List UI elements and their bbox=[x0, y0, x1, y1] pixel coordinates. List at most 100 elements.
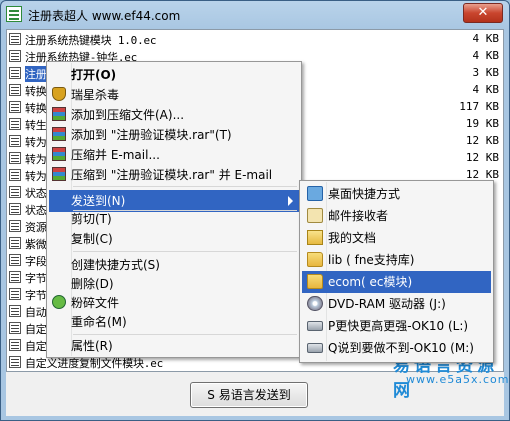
sendto-drive-l[interactable]: P更快更高更强-OK10 (L:) bbox=[302, 315, 491, 337]
file-name: 转生 bbox=[25, 119, 47, 132]
menu-item-label: ecom( ec模块) bbox=[328, 275, 413, 289]
file-icon bbox=[9, 288, 21, 300]
window-title: 注册表超人 www.ef44.com bbox=[28, 9, 181, 23]
menu-item-label: 添加到 "注册验证模块.rar"(T) bbox=[71, 128, 232, 142]
menu-item-cut[interactable]: 剪切(T) bbox=[49, 208, 299, 230]
menu-item-label: 添加到压缩文件(A)... bbox=[71, 108, 185, 122]
file-icon bbox=[9, 271, 21, 283]
file-icon bbox=[9, 67, 21, 79]
folder-icon bbox=[307, 252, 323, 267]
menu-item-rename[interactable]: 重命名(M) bbox=[49, 311, 299, 333]
file-name: 注册系统热键模块 1.0.ec bbox=[25, 34, 157, 47]
menu-item-label: lib ( fne支持库) bbox=[328, 253, 415, 267]
file-size: 12 KB bbox=[465, 134, 499, 147]
file-row[interactable]: 注册系统热键模块 1.0.ec 4 KB bbox=[8, 31, 502, 48]
menu-item-label: 压缩并 E-mail... bbox=[71, 148, 160, 162]
rar-icon bbox=[52, 167, 66, 181]
menu-item-label: 我的文档 bbox=[328, 231, 377, 245]
file-name: 自定 bbox=[25, 340, 47, 353]
file-name: 字节 bbox=[25, 272, 47, 285]
sendto-drive-m[interactable]: Q说到要做不到-OK10 (M:) bbox=[302, 337, 491, 359]
drive-icon bbox=[307, 321, 323, 331]
file-icon bbox=[9, 322, 21, 334]
file-icon bbox=[9, 135, 21, 147]
desktop-icon bbox=[307, 186, 323, 201]
file-name: 转换 bbox=[25, 102, 47, 115]
menu-separator bbox=[73, 186, 297, 187]
file-name: 自动 bbox=[25, 306, 47, 319]
file-icon bbox=[9, 118, 21, 130]
file-icon bbox=[9, 356, 21, 368]
file-name: 资源 bbox=[25, 221, 47, 234]
file-icon bbox=[9, 101, 21, 113]
context-menu: 打开(O) 瑞星杀毒 添加到压缩文件(A)... 添加到 "注册验证模块.rar… bbox=[46, 61, 302, 358]
file-icon bbox=[9, 220, 21, 232]
menu-item-label: 桌面快捷方式 bbox=[328, 187, 401, 201]
file-size: 117 KB bbox=[459, 100, 499, 113]
menu-item-label: Q说到要做不到-OK10 (M:) bbox=[328, 341, 474, 355]
close-button[interactable]: ✕ bbox=[463, 3, 503, 23]
menu-item-label: 瑞星杀毒 bbox=[71, 88, 120, 102]
rar-icon bbox=[52, 147, 66, 161]
file-name: 自定 bbox=[25, 323, 47, 336]
menu-item-label: 复制(C) bbox=[71, 232, 113, 246]
menu-item-label: 属性(R) bbox=[71, 339, 113, 353]
menu-item-label: 邮件接收者 bbox=[328, 209, 389, 223]
file-icon bbox=[9, 237, 21, 249]
menu-item-label: 压缩到 "注册验证模块.rar" 并 E-mail bbox=[71, 168, 273, 182]
file-name: 状态 bbox=[25, 187, 47, 200]
dvd-drive-icon bbox=[307, 296, 323, 311]
file-name: 字段 bbox=[25, 255, 47, 268]
file-name: 转为 bbox=[25, 136, 47, 149]
file-name: 紫微 bbox=[25, 238, 47, 251]
file-icon bbox=[9, 84, 21, 96]
send-to-button[interactable]: S 易语言发送到 bbox=[190, 382, 308, 408]
app-icon bbox=[6, 6, 22, 22]
file-icon bbox=[9, 50, 21, 62]
send-to-submenu: 桌面快捷方式 邮件接收者 我的文档 lib ( fne支持库) ecom( ec… bbox=[299, 180, 494, 363]
menu-item-compress-rar-email[interactable]: 压缩到 "注册验证模块.rar" 并 E-mail bbox=[49, 164, 299, 186]
menu-separator bbox=[73, 251, 297, 252]
file-size: 12 KB bbox=[465, 151, 499, 164]
sendto-desktop[interactable]: 桌面快捷方式 bbox=[302, 183, 491, 205]
menu-item-compress-email[interactable]: 压缩并 E-mail... bbox=[49, 144, 299, 166]
menu-item-label: 打开(O) bbox=[71, 68, 117, 82]
file-name: 转换 bbox=[25, 85, 47, 98]
file-size: 4 KB bbox=[472, 49, 500, 62]
menu-item-antivirus[interactable]: 瑞星杀毒 bbox=[49, 84, 299, 106]
menu-item-label: 剪切(T) bbox=[71, 212, 112, 226]
mail-icon bbox=[307, 208, 323, 223]
file-icon bbox=[9, 254, 21, 266]
shield-icon bbox=[52, 87, 66, 101]
file-size: 19 KB bbox=[465, 117, 499, 130]
file-name: 状态 bbox=[25, 204, 47, 217]
sendto-ecom[interactable]: ecom( ec模块) bbox=[302, 271, 491, 293]
rar-icon bbox=[52, 127, 66, 141]
sendto-lib[interactable]: lib ( fne支持库) bbox=[302, 249, 491, 271]
menu-item-label: 重命名(M) bbox=[71, 315, 127, 329]
folder-icon bbox=[307, 274, 323, 289]
menu-item-open[interactable]: 打开(O) bbox=[49, 64, 299, 86]
file-icon bbox=[9, 305, 21, 317]
menu-item-properties[interactable]: 属性(R) bbox=[49, 335, 299, 357]
file-name: 字节 bbox=[25, 289, 47, 302]
submenu-arrow-icon bbox=[288, 196, 293, 206]
drive-icon bbox=[307, 343, 323, 353]
file-size: 4 KB bbox=[472, 32, 500, 45]
title-bar[interactable]: 注册表超人 www.ef44.com ✕ bbox=[1, 1, 509, 29]
menu-item-add-to-rar[interactable]: 添加到 "注册验证模块.rar"(T) bbox=[49, 124, 299, 146]
sendto-mail[interactable]: 邮件接收者 bbox=[302, 205, 491, 227]
file-name: 转为 bbox=[25, 153, 47, 166]
menu-item-add-archive[interactable]: 添加到压缩文件(A)... bbox=[49, 104, 299, 126]
documents-icon bbox=[307, 230, 323, 245]
file-size: 3 KB bbox=[472, 66, 500, 79]
file-icon bbox=[9, 186, 21, 198]
file-size: 4 KB bbox=[472, 83, 500, 96]
sendto-documents[interactable]: 我的文档 bbox=[302, 227, 491, 249]
rar-icon bbox=[52, 107, 66, 121]
file-icon bbox=[9, 203, 21, 215]
watermark-url: www.e5a5x.com bbox=[406, 373, 510, 386]
sendto-dvd[interactable]: DVD-RAM 驱动器 (J:) bbox=[302, 293, 491, 315]
menu-item-copy[interactable]: 复制(C) bbox=[49, 228, 299, 250]
menu-item-label: P更快更高更强-OK10 (L:) bbox=[328, 319, 469, 333]
